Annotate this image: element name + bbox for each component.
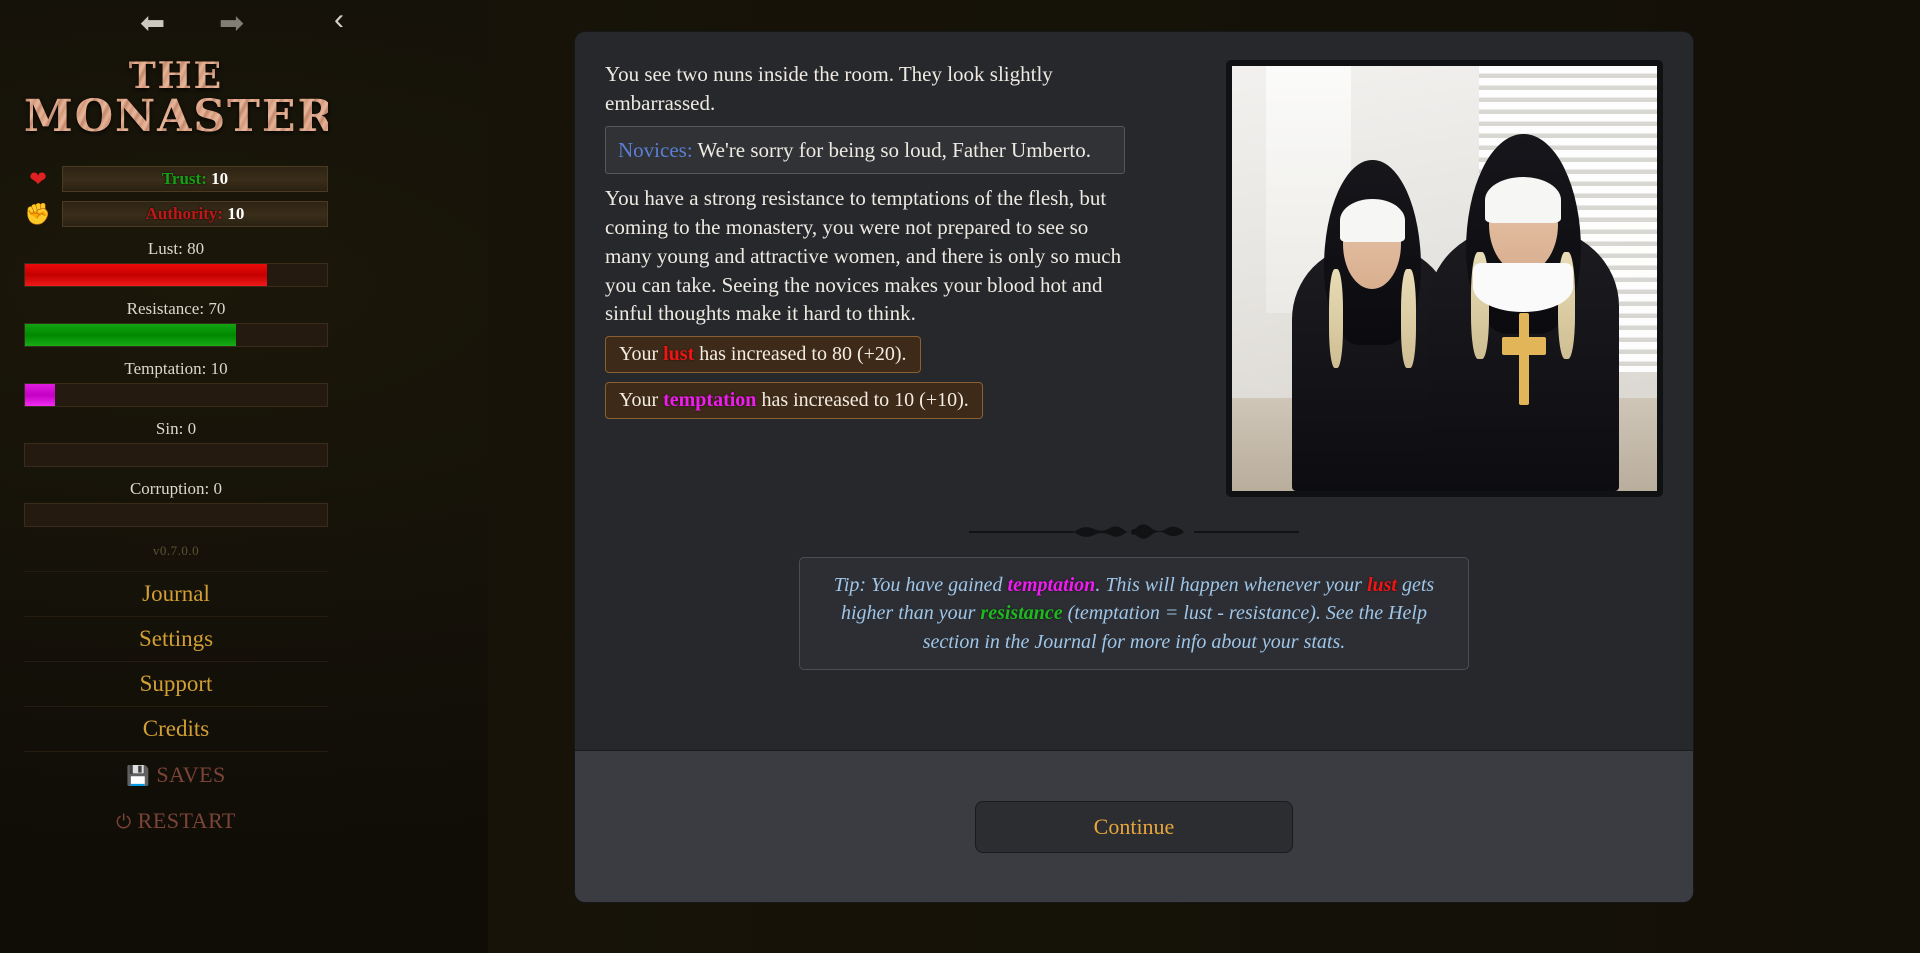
stat-change-message-lust: Your lust has increased to 80 (+20). [605,336,921,374]
version-label: v0.7.0.0 [152,542,200,558]
stat-bar-label-temptation: Temptation: 10 [124,358,228,378]
stat-message-suffix: has increased to 10 (+10). [756,389,969,412]
sidebar: ⬅ ➡ ‹ THE MONASTERY ❤ Trust: 10 ✊ Author… [0,0,352,953]
narration-paragraph-1: You see two nuns inside the room. They l… [605,62,1053,115]
stat-bar-sin: Sin: 0 [24,419,328,467]
scene-cross-horizontal [1502,337,1547,356]
sidebar-item-saves-label: SAVES [156,761,226,787]
sidebar-item-journal[interactable]: Journal [24,570,328,617]
chevron-left-icon[interactable]: ‹ [334,4,344,36]
stat-row-trust: ❤ Trust: 10 [24,165,328,192]
stat-bar-label-lust: Lust: 80 [147,238,205,258]
sidebar-item-saves[interactable]: 💾 SAVES [24,752,328,798]
fist-icon: ✊ [24,201,52,226]
stat-box-trust: Trust: 10 [62,165,328,192]
game-title-line-2: MONASTERY [24,90,369,142]
stat-message-prefix: Your [619,389,664,412]
story-footer: Continue [575,750,1693,902]
stat-message-keyword-lust: lust [663,343,695,366]
scene-hair-left [1328,268,1344,369]
stat-bar-temptation: Temptation: 10 [24,359,328,407]
sidebar-item-restart[interactable]: ⏻ RESTART [24,798,328,844]
power-icon: ⏻ [116,810,132,833]
scene-coif [1339,199,1405,243]
stat-value-authority: 10 [227,203,245,223]
stat-row-authority: ✊ Authority: 10 [24,200,328,227]
scene-figure-right [1427,134,1619,491]
story-text-column: You see two nuns inside the room. They l… [605,60,1125,428]
stat-bar-resistance: Resistance: 70 [24,299,328,347]
forward-arrow-icon[interactable]: ➡ [219,8,244,40]
stat-box-authority: Authority: 10 [62,200,328,227]
stat-bar-fill-temptation [25,383,56,406]
sidebar-item-settings[interactable]: Settings [24,617,328,662]
tip-keyword-temptation: temptation [1007,574,1096,596]
story-panel: You see two nuns inside the room. They l… [575,32,1693,902]
scene-coif [1484,176,1562,224]
game-title: THE MONASTERY [24,58,328,140]
tip-text-part-1: Tip: You have gained [833,574,1008,596]
stat-message-prefix: Your [619,343,664,366]
heart-icon: ❤ [29,166,47,191]
dialogue-box: Novices: We're sorry for being so loud, … [605,125,1125,175]
stat-bar-track-temptation [24,382,328,407]
stat-bar-fill-resistance [25,323,237,346]
story-image-column [1149,60,1663,497]
tip-keyword-resistance: resistance [980,602,1063,625]
story-body: You see two nuns inside the room. They l… [575,32,1693,750]
tip-text-part-4: (temptation = lust - resistance). [1062,602,1321,625]
stat-value-trust: 10 [211,168,229,188]
game-title-line-1: THE [128,55,224,97]
stat-bar-lust: Lust: 80 [24,239,328,287]
stat-bar-label-sin: Sin: 0 [155,418,197,438]
sidebar-item-support[interactable]: Support [24,662,328,707]
story-columns: You see two nuns inside the room. They l… [605,60,1663,497]
sidebar-item-credits[interactable]: Credits [24,707,328,752]
tip-keyword-lust: lust [1366,574,1397,596]
scene-hair-right [1401,268,1416,369]
stat-bar-label-corruption: Corruption: 0 [129,478,223,498]
stat-label-trust: Trust: [161,168,207,188]
stat-bar-track-sin [24,442,328,467]
navigation-bar: ⬅ ➡ ‹ [24,0,344,56]
tip-text-part-2: . This will happen whenever your [1095,574,1367,596]
stat-change-message-temptation: Your temptation has increased to 10 (+10… [605,382,983,420]
back-arrow-icon[interactable]: ⬅ [140,8,165,40]
stat-bar-corruption: Corruption: 0 [24,479,328,527]
scene-cross-vertical [1519,312,1529,406]
stat-label-authority: Authority: [145,203,224,223]
ornament-divider-icon [969,524,1299,539]
stat-bar-fill-lust [25,263,267,286]
dialogue-speaker: Novices: [618,137,693,162]
dialogue-text: We're sorry for being so loud, Father Um… [697,137,1091,162]
narration-paragraph-2: You have a strong resistance to temptati… [605,186,1122,326]
floppy-disk-icon: 💾 [126,764,151,787]
sidebar-menu: Journal Settings Support Credits [24,570,328,752]
tip-box: Tip: You have gained temptation. This wi… [799,557,1469,671]
sidebar-item-restart-label: RESTART [137,807,236,833]
stat-bar-track-resistance [24,322,328,347]
stat-bar-track-lust [24,262,328,287]
stat-message-suffix: has increased to 80 (+20). [694,343,907,366]
stat-bar-label-resistance: Resistance: 70 [126,298,226,318]
stat-bar-track-corruption [24,502,328,527]
key-stats: ❤ Trust: 10 ✊ Authority: 10 [24,165,328,227]
stat-message-keyword-temptation: temptation [663,389,757,412]
continue-button[interactable]: Continue [975,800,1293,853]
scene-image-two-nuns [1226,60,1663,497]
